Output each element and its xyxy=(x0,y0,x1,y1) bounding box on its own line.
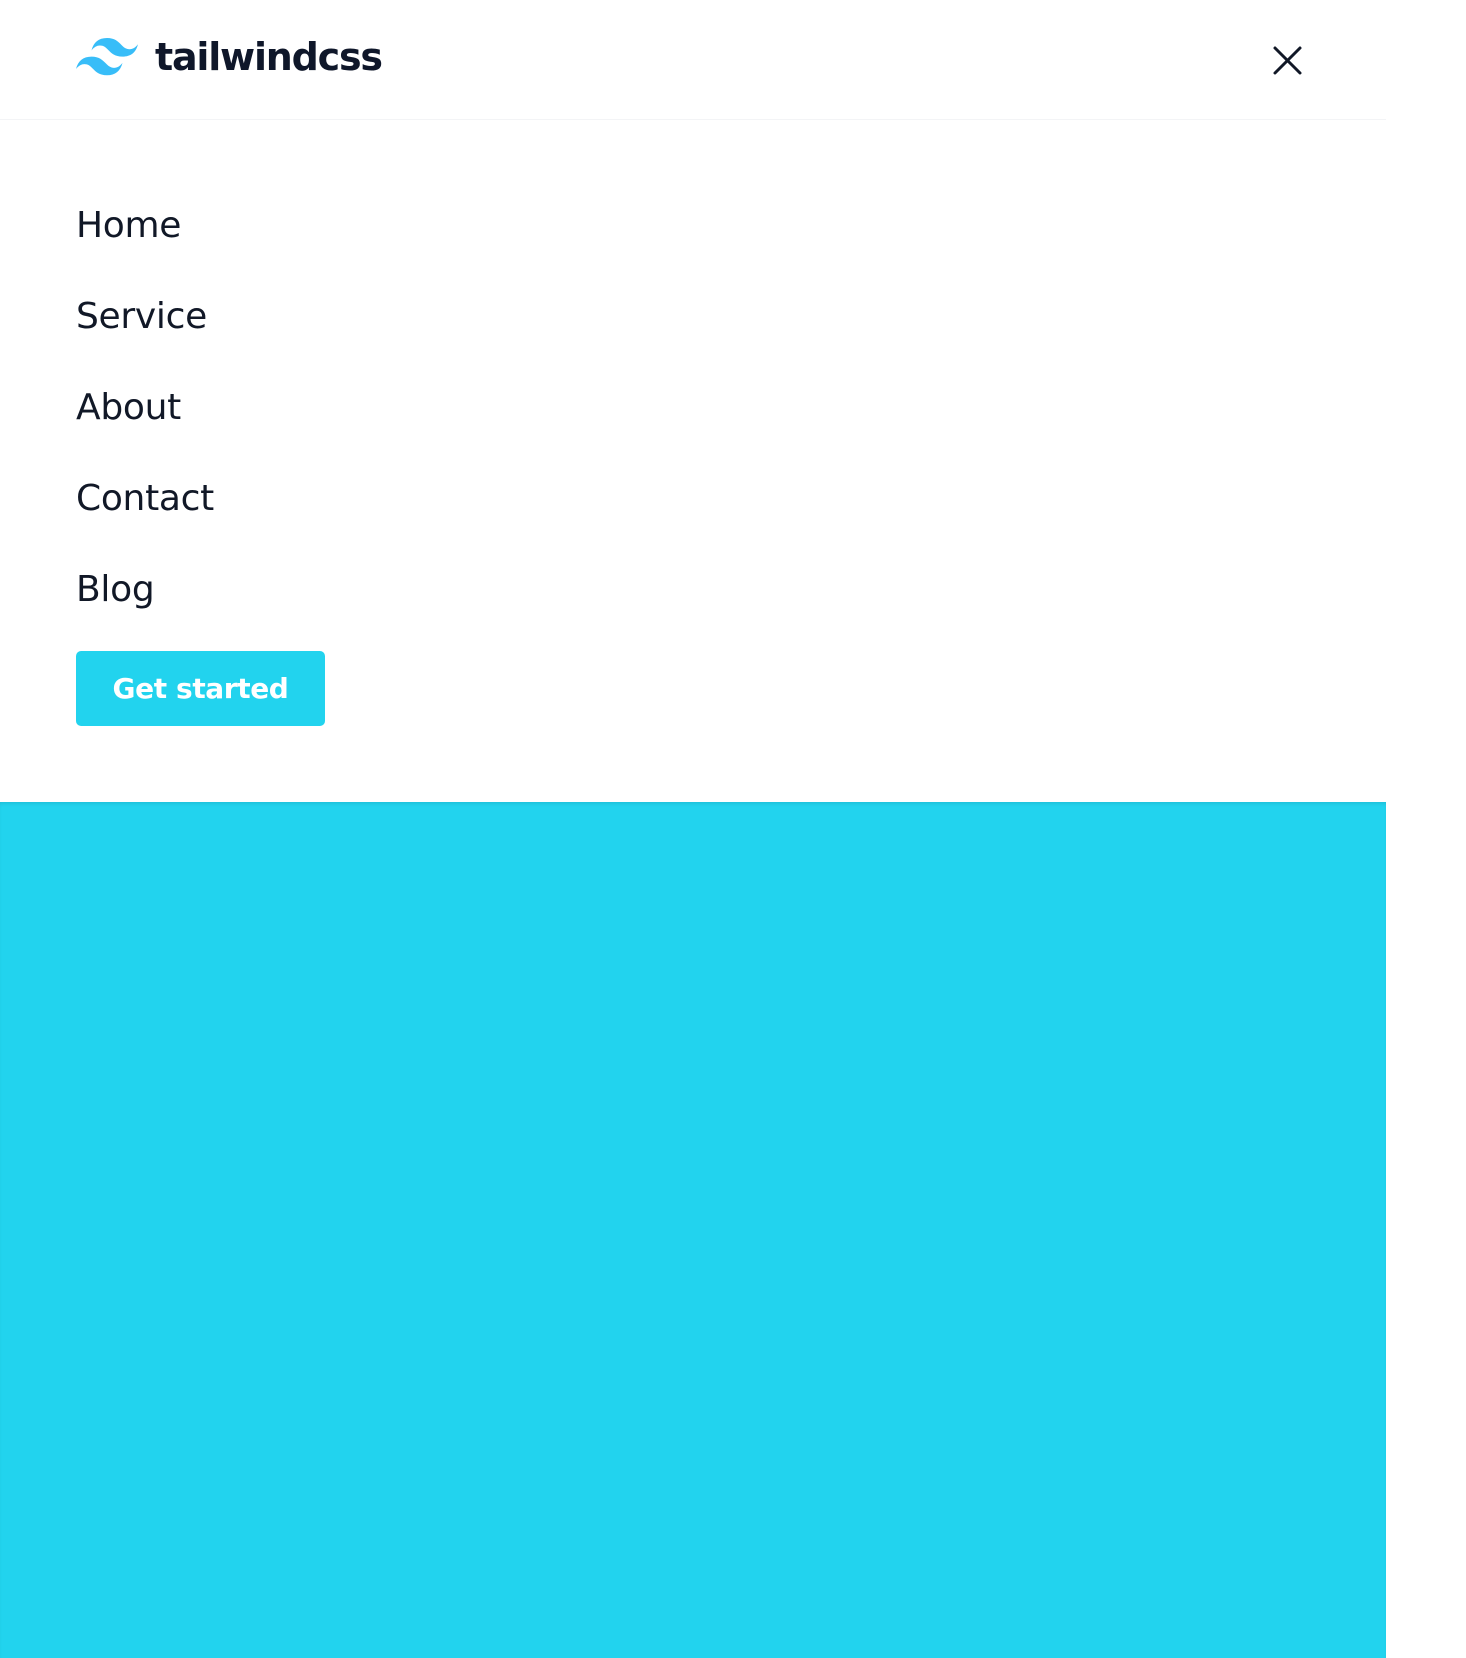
get-started-button[interactable]: Get started xyxy=(76,651,325,726)
tailwind-wave-icon xyxy=(76,38,138,76)
site-header: tailwindcss xyxy=(0,0,1386,120)
logo-wordmark: tailwindcss xyxy=(155,35,383,79)
page-gutter xyxy=(1386,0,1466,1658)
nav-link-service[interactable]: Service xyxy=(76,291,207,343)
menu-item-blog: Blog xyxy=(76,564,214,655)
nav-link-blog[interactable]: Blog xyxy=(76,564,155,616)
nav-link-contact[interactable]: Contact xyxy=(76,473,214,525)
hero-section xyxy=(0,802,1386,1658)
menu-list: Home Service About Contact Blog xyxy=(76,200,214,655)
main-content: tailwindcss Home Service About Contact B… xyxy=(0,0,1386,1658)
close-menu-button[interactable] xyxy=(1260,34,1314,88)
menu-item-contact: Contact xyxy=(76,473,214,564)
nav-link-about[interactable]: About xyxy=(76,382,181,434)
nav-link-home[interactable]: Home xyxy=(76,200,181,252)
menu-item-about: About xyxy=(76,382,214,473)
page: tailwindcss Home Service About Contact B… xyxy=(0,0,1466,1658)
mobile-menu: Home Service About Contact Blog Get star… xyxy=(0,120,1386,802)
menu-item-home: Home xyxy=(76,200,214,291)
menu-item-service: Service xyxy=(76,291,214,382)
logo-link[interactable]: tailwindcss xyxy=(76,30,383,84)
close-icon xyxy=(1273,46,1302,75)
